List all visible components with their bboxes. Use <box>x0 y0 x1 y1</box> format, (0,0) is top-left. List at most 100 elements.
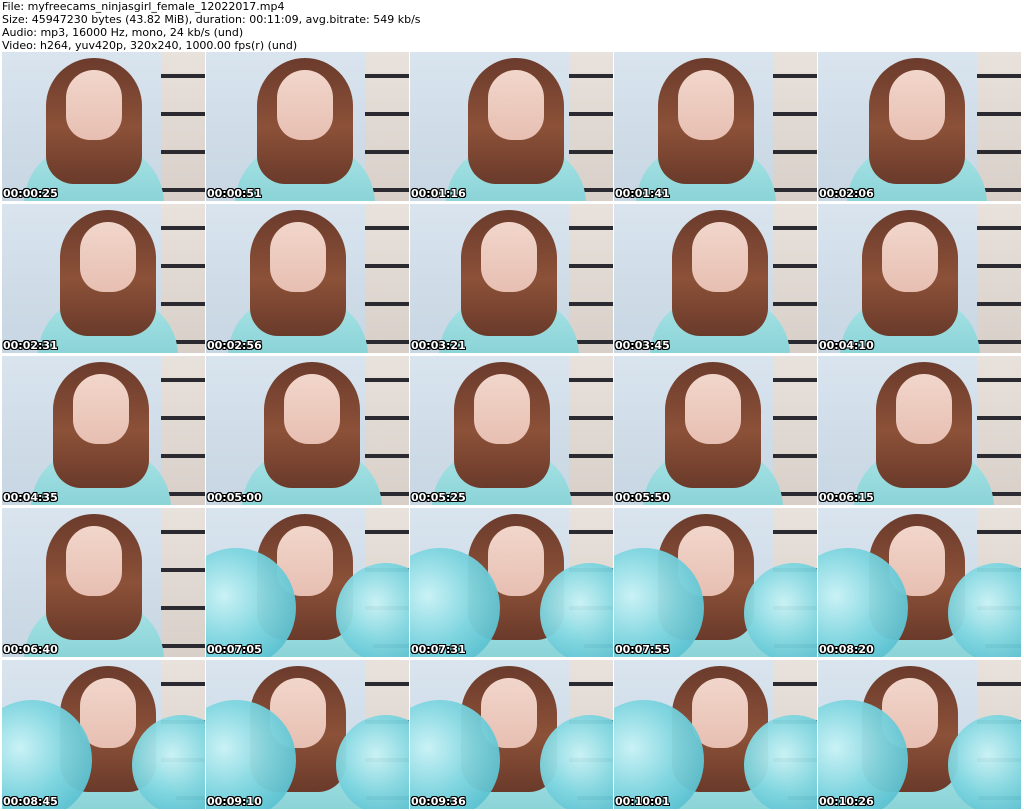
thumbnail-grid: 00:00:25 00:00:51 00:01:16 00:01:41 00:02:06… <box>2 52 1024 811</box>
thumbnail-timestamp: 00:02:56 <box>207 339 262 352</box>
person-face <box>692 222 748 292</box>
scene-dresser <box>569 356 613 505</box>
dresser-drawer-edge <box>161 568 205 572</box>
dresser-drawer-edge <box>569 264 613 268</box>
thumbnail-scene <box>410 356 613 505</box>
thumbnail-timestamp: 00:03:21 <box>411 339 466 352</box>
thumbnail-frame: 00:03:21 <box>410 204 613 353</box>
dresser-drawer-edge <box>773 378 817 382</box>
dresser-drawer-edge <box>161 188 205 192</box>
thumbnail-timestamp: 00:05:00 <box>207 491 262 504</box>
thumbnail-scene <box>206 660 409 809</box>
thumbnail-frame: 00:00:25 <box>2 52 205 201</box>
thumbnail-scene <box>206 204 409 353</box>
thumbnail-timestamp: 00:00:25 <box>3 187 58 200</box>
thumbnail-frame: 00:08:45 <box>2 660 205 809</box>
thumbnail-frame: 00:02:56 <box>206 204 409 353</box>
thumbnail-timestamp: 00:09:10 <box>207 795 262 808</box>
dresser-drawer-edge <box>977 340 1021 344</box>
dresser-drawer-edge <box>977 378 1021 382</box>
dresser-drawer-edge <box>773 112 817 116</box>
person-face <box>678 70 734 140</box>
dresser-drawer-edge <box>773 188 817 192</box>
dresser-drawer-edge <box>773 226 817 230</box>
dresser-drawer-edge <box>161 682 205 686</box>
thumbnail-frame: 00:09:36 <box>410 660 613 809</box>
dresser-drawer-edge <box>365 150 409 154</box>
thumbnail-frame: 00:02:06 <box>818 52 1021 201</box>
thumbnail-timestamp: 00:08:45 <box>3 795 58 808</box>
dresser-drawer-edge <box>161 302 205 306</box>
person-face <box>488 70 544 140</box>
thumbnail-frame: 00:00:51 <box>206 52 409 201</box>
dresser-drawer-edge <box>161 150 205 154</box>
thumbnail-timestamp: 00:05:25 <box>411 491 466 504</box>
dresser-drawer-edge <box>569 530 613 534</box>
thumbnail-timestamp: 00:02:31 <box>3 339 58 352</box>
thumbnail-scene <box>2 52 205 201</box>
thumbnail-frame: 00:01:41 <box>614 52 817 201</box>
thumbnail-frame: 00:03:45 <box>614 204 817 353</box>
dresser-drawer-edge <box>773 416 817 420</box>
thumbnail-timestamp: 00:10:01 <box>615 795 670 808</box>
dresser-drawer-edge <box>569 226 613 230</box>
scene-dresser <box>161 508 205 657</box>
person-face <box>685 374 741 444</box>
person-face <box>692 678 748 748</box>
dresser-drawer-edge <box>773 682 817 686</box>
dresser-drawer-edge <box>365 682 409 686</box>
thumbnail-timestamp: 00:02:06 <box>819 187 874 200</box>
dresser-drawer-edge <box>569 378 613 382</box>
thumbnail-frame: 00:04:35 <box>2 356 205 505</box>
thumbnail-frame: 00:10:01 <box>614 660 817 809</box>
thumbnail-scene <box>2 356 205 505</box>
dresser-drawer-edge <box>161 416 205 420</box>
scene-dresser <box>569 204 613 353</box>
dresser-drawer-edge <box>773 74 817 78</box>
thumbnail-frame: 00:05:50 <box>614 356 817 505</box>
thumbnail-scene <box>818 660 1021 809</box>
dresser-drawer-edge <box>365 112 409 116</box>
thumbnail-frame: 00:09:10 <box>206 660 409 809</box>
dresser-drawer-edge <box>977 74 1021 78</box>
thumbnail-timestamp: 00:06:15 <box>819 491 874 504</box>
person-face <box>80 222 136 292</box>
thumbnail-timestamp: 00:04:10 <box>819 339 874 352</box>
scene-dresser <box>365 204 409 353</box>
dresser-drawer-edge <box>569 74 613 78</box>
thumbnail-scene <box>410 52 613 201</box>
dresser-drawer-edge <box>569 302 613 306</box>
dresser-drawer-edge <box>161 606 205 610</box>
audio-info-line: Audio: mp3, 16000 Hz, mono, 24 kb/s (und… <box>2 26 244 39</box>
dresser-drawer-edge <box>977 454 1021 458</box>
dresser-drawer-edge <box>161 454 205 458</box>
person-face <box>73 374 129 444</box>
person-face <box>889 70 945 140</box>
dresser-drawer-edge <box>773 530 817 534</box>
person-face <box>66 70 122 140</box>
thumbnail-frame: 00:10:26 <box>818 660 1021 809</box>
person-face <box>488 526 544 596</box>
person-face <box>896 374 952 444</box>
dresser-drawer-edge <box>569 492 613 496</box>
thumbnail-frame: 00:07:55 <box>614 508 817 657</box>
thumbnail-timestamp: 00:08:20 <box>819 643 874 656</box>
thumbnail-scene <box>818 204 1021 353</box>
dresser-drawer-edge <box>365 340 409 344</box>
dresser-drawer-edge <box>977 682 1021 686</box>
thumbnail-timestamp: 00:07:31 <box>411 643 466 656</box>
thumbnail-frame: 00:07:31 <box>410 508 613 657</box>
thumbnail-scene <box>410 508 613 657</box>
person-face <box>481 222 537 292</box>
thumbnail-frame: 00:07:05 <box>206 508 409 657</box>
dresser-drawer-edge <box>161 264 205 268</box>
thumbnail-frame: 00:05:25 <box>410 356 613 505</box>
dresser-drawer-edge <box>773 454 817 458</box>
file-name-line: File: myfreecams_ninjasgirl_female_12022… <box>2 0 285 13</box>
thumbnail-scene <box>614 52 817 201</box>
scene-dresser <box>161 52 205 201</box>
thumbnail-scene <box>614 356 817 505</box>
thumbnail-timestamp: 00:07:05 <box>207 643 262 656</box>
scene-dresser <box>977 52 1021 201</box>
thumbnail-timestamp: 00:06:40 <box>3 643 58 656</box>
